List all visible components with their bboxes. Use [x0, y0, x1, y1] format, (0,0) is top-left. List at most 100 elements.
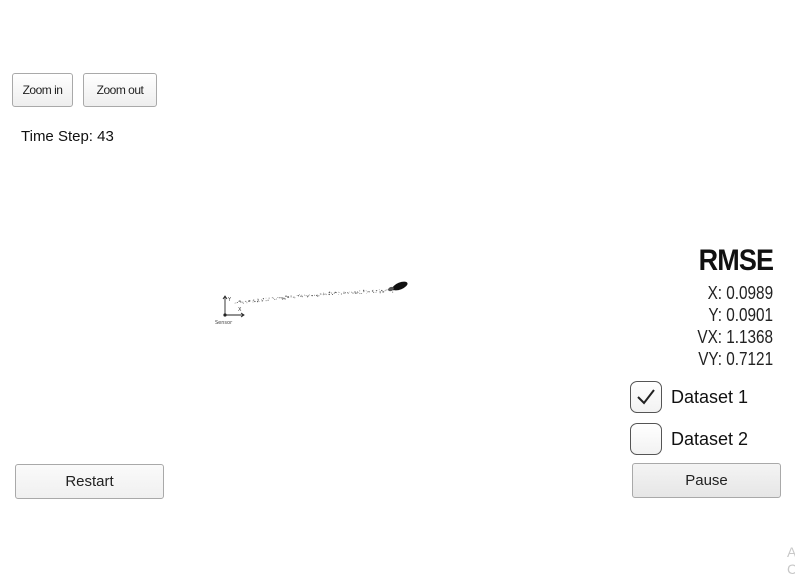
trajectory-dot — [378, 289, 380, 291]
trajectory-dot — [298, 295, 300, 296]
trajectory-dot — [257, 298, 259, 300]
trajectory-dot — [293, 296, 295, 298]
trajectory-dot — [381, 289, 383, 292]
trajectory-dot — [303, 294, 305, 296]
rmse-vy-value: VY: 0.7121 — [698, 349, 773, 369]
trajectory-dot — [359, 292, 361, 295]
pause-button[interactable]: Pause — [632, 463, 781, 498]
trajectory-dot — [371, 290, 374, 292]
trajectory-dot — [363, 290, 365, 293]
trajectory-dot — [281, 298, 284, 300]
trajectory-dot — [249, 300, 251, 302]
trajectory-dot — [358, 292, 359, 293]
trajectory-dot — [317, 295, 319, 297]
trajectory-dot — [278, 297, 280, 299]
trajectory-dot — [319, 293, 321, 295]
zoom-in-button[interactable]: Zoom in — [12, 73, 73, 107]
dataset-1-checkbox[interactable] — [630, 381, 662, 413]
trajectory-dot — [277, 297, 278, 299]
trajectory-dot — [333, 292, 335, 294]
trajectory-dot — [235, 302, 237, 304]
trajectory-dot — [290, 295, 292, 297]
trajectory-dot — [343, 293, 345, 294]
trajectory-dot — [366, 291, 368, 293]
trajectory-dot — [372, 289, 374, 291]
trajectory-dot — [292, 296, 294, 298]
trajectory-dot — [246, 302, 248, 304]
trajectory-dot — [305, 295, 307, 297]
trajectory-dot — [385, 289, 387, 291]
trajectory-dot — [301, 295, 303, 298]
trajectory-dot — [281, 297, 283, 299]
trajectory-dot — [261, 299, 262, 301]
trajectory-dot — [359, 290, 361, 292]
trajectory-dot — [259, 301, 260, 302]
trajectory-dot — [338, 291, 339, 293]
rmse-title: RMSE — [698, 244, 774, 277]
trajectory-dot — [309, 294, 310, 296]
trajectory-dot — [245, 300, 247, 302]
trajectory-dot — [384, 290, 386, 292]
restart-label: Restart — [65, 473, 114, 490]
trajectory-dot — [354, 291, 356, 293]
restart-button[interactable]: Restart — [15, 464, 164, 499]
trajectory-dot — [339, 292, 341, 293]
trajectory-dot — [328, 293, 330, 296]
rmse-y-value: Y: 0.0901 — [708, 305, 773, 325]
trajectory-dot — [368, 291, 370, 293]
trajectory-dot — [335, 292, 337, 294]
trajectory-dot — [239, 300, 241, 302]
trajectory-dot — [254, 300, 256, 303]
trajectory-trail — [234, 289, 394, 304]
trajectory-dot — [351, 291, 352, 293]
trajectory-dot — [252, 301, 254, 303]
trajectory-dot — [261, 300, 264, 302]
trajectory-dot — [283, 297, 285, 299]
trajectory-dot — [365, 290, 367, 291]
trajectory-dot — [268, 298, 270, 300]
trajectory-dot — [315, 295, 318, 297]
trajectory-dot — [323, 292, 325, 294]
trajectory-dot — [365, 292, 367, 294]
trajectory-dot — [299, 294, 300, 296]
trajectory-dot — [287, 296, 289, 298]
trajectory-dot — [347, 291, 349, 294]
trajectory-view: Y X Sensor — [215, 281, 408, 326]
trajectory-dot — [373, 291, 375, 293]
trajectory-dot — [275, 299, 277, 300]
trajectory-dot — [316, 294, 318, 295]
trajectory-dot — [363, 289, 365, 292]
rmse-x-value: X: 0.0989 — [707, 283, 773, 303]
checkmark-icon — [637, 389, 655, 405]
trajectory-dot — [318, 295, 320, 297]
trajectory-dot — [273, 298, 274, 299]
trajectory-dot — [352, 292, 354, 294]
dataset-1-option[interactable]: Dataset 1 — [630, 381, 748, 413]
trajectory-dot — [356, 292, 358, 294]
trajectory-dot — [242, 301, 244, 303]
zoom-out-button[interactable]: Zoom out — [83, 73, 157, 107]
trajectory-dot — [331, 293, 334, 296]
trajectory-dot — [301, 294, 303, 296]
trajectory-dot — [274, 298, 276, 300]
trajectory-dot — [267, 299, 269, 301]
rmse-panel: RMSE X: 0.0989 Y: 0.0901 VX: 1.1368 VY: … — [684, 244, 774, 370]
dataset-2-checkbox[interactable] — [630, 423, 662, 455]
trajectory-dot — [296, 295, 298, 296]
trajectory-dot — [290, 296, 292, 298]
trajectory-dot — [311, 295, 313, 296]
trajectory-dot — [238, 300, 240, 302]
trajectory-dot — [285, 295, 287, 297]
trajectory-dot — [284, 298, 286, 300]
trajectory-dot — [307, 295, 309, 297]
trajectory-dot — [357, 291, 358, 293]
trajectory-dot — [382, 291, 384, 293]
trajectory-dot — [323, 293, 325, 295]
trajectory-dot — [237, 302, 238, 303]
trajectory-dot — [351, 292, 353, 294]
dataset-2-option[interactable]: Dataset 2 — [630, 423, 748, 455]
trajectory-dot — [234, 302, 236, 304]
trajectory-dot — [257, 300, 259, 303]
trajectory-dot — [376, 290, 378, 292]
rmse-vx-value: VX: 1.1368 — [697, 327, 773, 347]
